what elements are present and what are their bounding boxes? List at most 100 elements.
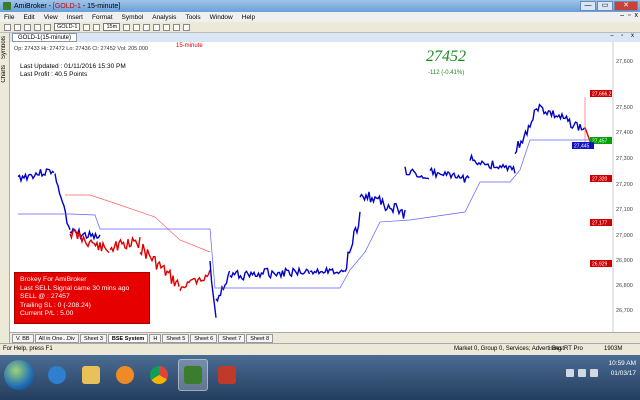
zoom-out-icon[interactable] (133, 23, 141, 31)
status-memory: 1903M (604, 346, 623, 352)
sheet-tab[interactable]: All in One...Div (34, 333, 79, 343)
fib-tool-icon[interactable] (173, 23, 181, 31)
amibroker-taskbar-icon (184, 366, 202, 384)
minimize-button[interactable]: — (580, 1, 596, 11)
menu-format[interactable]: Format (92, 14, 113, 21)
tab-gold-chart[interactable]: GOLD-1(15-minute) (12, 33, 78, 42)
taskbar-amibroker[interactable] (178, 359, 208, 391)
tray-network-icon[interactable] (578, 369, 586, 377)
maximize-button[interactable]: ▭ (597, 1, 613, 11)
price-series-blue (215, 270, 231, 303)
price-series-blue (534, 103, 586, 131)
taskbar-app[interactable] (212, 359, 242, 391)
taskbar-chrome[interactable] (144, 359, 174, 391)
chrome-icon (150, 366, 168, 384)
doc-close-button[interactable]: x (635, 12, 639, 19)
signal-box-last-signal: Last SELL Signal came 30 mins ago (20, 284, 130, 292)
price-series-blue (469, 153, 516, 174)
price-series-blue (404, 166, 430, 180)
menu-symbol[interactable]: Symbol (122, 14, 144, 21)
sheet-tab[interactable]: H (149, 333, 162, 343)
system-tray (566, 369, 598, 377)
open-icon[interactable] (14, 23, 21, 31)
sheet-tab[interactable]: Sheet 6 (190, 333, 218, 343)
y-tick: 26,700 (616, 308, 633, 314)
close-button[interactable]: ✕ (614, 1, 638, 11)
symbol-select[interactable]: GOLD-1 (54, 23, 81, 31)
price-series-blue (209, 260, 217, 318)
taskbar-media[interactable] (110, 359, 140, 391)
price-tag: 27,445 (572, 142, 594, 150)
last-updated-text: Last Updated : 01/11/2016 15:30 PM (20, 63, 126, 70)
tab-charts[interactable]: Charts (0, 62, 8, 86)
new-icon[interactable] (4, 23, 11, 31)
price-change: -112 (-0.41%) (428, 70, 465, 76)
line-tool-icon[interactable] (153, 23, 161, 31)
ohlc-readout: Op: 27433 Hi: 27472 Lo: 27436 Cl: 27452 … (14, 46, 148, 52)
ie-icon (48, 366, 66, 384)
chart-type-icon[interactable] (83, 23, 91, 31)
price-series-red (179, 269, 211, 292)
price-series-blue (514, 109, 536, 155)
menu-view[interactable]: View (44, 14, 58, 21)
signal-box-title: Brokey For AmiBroker (20, 276, 87, 283)
signal-box-sell-price: SELL @ : 27457 (20, 293, 70, 301)
menu-window[interactable]: Window (210, 14, 233, 21)
chart-window-controls[interactable]: – ▫ x (610, 33, 637, 39)
menu-file[interactable]: File (4, 14, 14, 21)
sheet-tab[interactable]: Sheet 3 (79, 333, 107, 343)
sheet-tab[interactable]: Sheet 7 (218, 333, 246, 343)
menu-analysis[interactable]: Analysis (152, 14, 176, 21)
sheet-tab[interactable]: Sheet 8 (246, 333, 274, 343)
sheet-tab-active[interactable]: BSE System (107, 333, 149, 343)
menu-edit[interactable]: Edit (23, 14, 34, 21)
price-series-blue (344, 211, 361, 273)
y-tick: 27,500 (616, 105, 633, 111)
toolbar: GOLD-1 15m (0, 22, 640, 33)
price-tag: 27,320 (590, 175, 612, 183)
trailing-stop-blue (18, 139, 590, 289)
cursor-icon[interactable] (143, 23, 151, 31)
price-tag-label: 26,929 (592, 262, 608, 268)
status-help: For Help, press F1 (3, 346, 53, 352)
menu-insert[interactable]: Insert (67, 14, 83, 21)
zoom-in-icon[interactable] (123, 23, 131, 31)
signal-box-current-pl: Current P/L : 5.00 (20, 310, 74, 318)
price-series-blue (229, 265, 311, 281)
save-icon[interactable] (24, 23, 31, 31)
last-profit-text: Last Profit : 40.5 Points (20, 71, 88, 78)
text-tool-icon[interactable] (163, 23, 171, 31)
price-tag-label: 27,666.2 (592, 92, 612, 98)
clock[interactable]: 10:59 AM 01/03/17 (609, 359, 636, 379)
status-bar: For Help, press F1 Market 0, Group 0, Se… (0, 343, 640, 355)
grid-icon[interactable] (183, 23, 191, 31)
y-tick: 27,600 (616, 59, 633, 65)
sheet-tab[interactable]: Sheet 5 (162, 333, 190, 343)
start-button[interactable] (4, 360, 34, 390)
print-icon[interactable] (34, 23, 41, 31)
doc-restore-button[interactable]: ▫ (628, 12, 630, 19)
y-tick: 27,400 (616, 130, 633, 136)
interval-select[interactable]: 15m (103, 23, 121, 31)
tab-symbols[interactable]: Symbols (0, 33, 8, 62)
signal-info-box: Brokey For AmiBroker Last SELL Signal ca… (14, 272, 150, 324)
bar-icon[interactable] (93, 23, 101, 31)
app-icon (218, 366, 236, 384)
price-chart[interactable]: 27,666.2 27,457 27,445 27,320 27,177 26,929 1… (10, 42, 640, 332)
menu-tools[interactable]: Tools (185, 14, 200, 21)
tray-flag-icon[interactable] (566, 369, 574, 377)
sheet-tab[interactable]: V. BB (12, 333, 34, 343)
refresh-icon[interactable] (44, 23, 51, 31)
taskbar-ie[interactable] (42, 359, 72, 391)
tray-volume-icon[interactable] (590, 369, 598, 377)
taskbar-explorer[interactable] (76, 359, 106, 391)
menu-bar: File Edit View Insert Format Symbol Anal… (0, 12, 640, 22)
doc-minimize-button[interactable]: – (620, 12, 624, 19)
window-title: AmiBroker - [GOLD-1 - 15-minute] (14, 2, 121, 10)
signal-box-trailing-sl: Trailing SL : 0 (-208.24) (20, 301, 91, 309)
sheet-tabs: V. BB All in One...Div Sheet 3 BSE Syste… (10, 332, 640, 343)
chart-window-tabs: GOLD-1(15-minute) – ▫ x (10, 33, 640, 42)
menu-help[interactable]: Help (242, 14, 255, 21)
price-tag-label: 27,320 (592, 177, 608, 183)
price-tag-label: 27,177 (592, 221, 608, 227)
